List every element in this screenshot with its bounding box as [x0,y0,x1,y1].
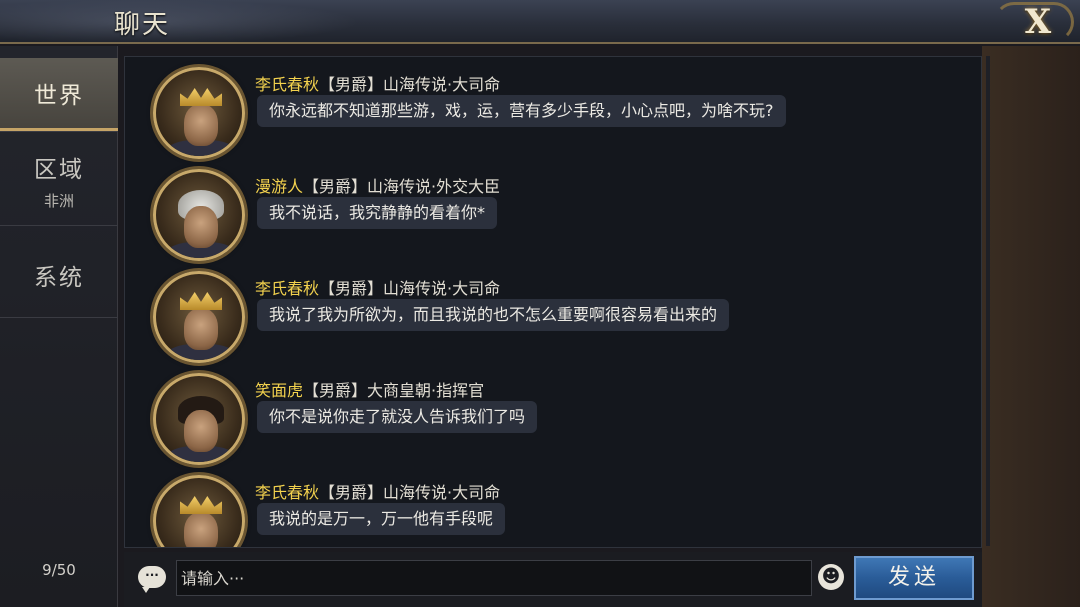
message-bubble: 我不说话，我究静静的看着你* [257,197,498,229]
chat-message: 李氏春秋【男爵】山海传说·大司命 我说的是万一，万一他有手段呢 [125,469,981,547]
avatar-face [184,308,218,350]
sender-rank: 【男爵】山海传说·大司命 [319,75,501,94]
sender-name[interactable]: 李氏春秋 [255,279,319,298]
tab-world-label: 世界 [34,83,84,109]
message-bubble: 我说了我为所欲为，而且我说的也不怎么重要啊很容易看出来的 [257,299,730,331]
avatar-face [184,104,218,146]
chat-message: 李氏春秋【男爵】山海传说·大司命 你永远都不知道那些游，戏，运，营有多少手段，小… [125,61,981,161]
channel-tabs: 世界 区域 非洲 系统 9/50 [0,46,118,607]
message-count: 9/50 [42,561,76,579]
sender-line: 笑面虎【男爵】大商皇朝·指挥官 [255,377,484,401]
chat-message: 漫游人【男爵】山海传说·外交大臣 我不说话，我究静静的看着你* [125,163,981,263]
avatar-face [184,512,218,547]
chat-message-list[interactable]: 李氏春秋【男爵】山海传说·大司命 你永远都不知道那些游，戏，运，营有多少手段，小… [124,56,982,548]
avatar[interactable] [153,475,245,547]
tab-region[interactable]: 区域 非洲 [0,134,118,226]
page-title: 聊天 [114,10,171,40]
avatar-face [184,410,218,452]
background-scenery [982,46,1080,607]
crown-icon [180,292,222,310]
chat-message: 笑面虎【男爵】大商皇朝·指挥官 你不是说你走了就没人告诉我们了吗 [125,367,981,467]
title-ornament [0,0,360,44]
avatar[interactable] [153,169,245,261]
sender-line: 李氏春秋【男爵】山海传说·大司命 [255,71,500,95]
avatar[interactable] [153,67,245,159]
message-bubble: 你不是说你走了就没人告诉我们了吗 [257,401,538,433]
sender-name[interactable]: 笑面虎 [255,381,303,400]
smiley-icon[interactable]: ☻ [818,564,844,590]
sender-line: 漫游人【男爵】山海传说·外交大臣 [255,173,500,197]
tab-system-label: 系统 [34,265,84,291]
send-button[interactable]: 发送 [854,556,974,600]
message-bubble: 我说的是万一，万一他有手段呢 [257,503,506,535]
sender-rank: 【男爵】大商皇朝·指挥官 [303,381,485,400]
tab-region-sub: 非洲 [43,192,74,210]
crown-icon [180,88,222,106]
title-bar: 聊天 X [0,0,1080,44]
sender-rank: 【男爵】山海传说·大司命 [319,279,501,298]
message-input[interactable] [176,560,812,596]
tab-world[interactable]: 世界 [0,58,118,132]
chat-message: 李氏春秋【男爵】山海传说·大司命 我说了我为所欲为，而且我说的也不怎么重要啊很容… [125,265,981,365]
sender-name[interactable]: 李氏春秋 [255,75,319,94]
sender-name[interactable]: 漫游人 [255,177,303,196]
input-bar: ··· ☻ 发送 [124,552,982,607]
message-bubble: 你永远都不知道那些游，戏，运，营有多少手段，小心点吧，为啥不玩? [257,95,786,127]
avatar[interactable] [153,271,245,363]
crown-icon [180,496,222,514]
sender-rank: 【男爵】山海传说·外交大臣 [303,177,501,196]
sender-name[interactable]: 李氏春秋 [255,483,319,502]
tab-system[interactable]: 系统 [0,226,118,318]
scrollbar[interactable] [986,56,990,546]
tab-region-label: 区域 [34,157,84,183]
speech-bubble-icon[interactable]: ··· [138,566,166,593]
sender-line: 李氏春秋【男爵】山海传说·大司命 [255,275,500,299]
avatar[interactable] [153,373,245,465]
avatar-face [184,206,218,248]
close-icon[interactable]: X [1010,2,1066,42]
sender-line: 李氏春秋【男爵】山海传说·大司命 [255,479,500,503]
sender-rank: 【男爵】山海传说·大司命 [319,483,501,502]
